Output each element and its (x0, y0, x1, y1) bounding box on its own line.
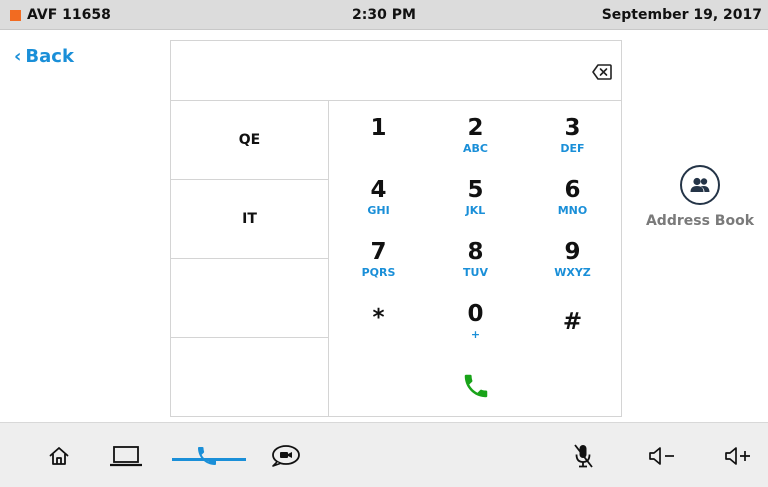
address-book-label: Address Book (645, 213, 755, 229)
speed-dial-empty-1[interactable] (171, 259, 328, 338)
backspace-icon[interactable] (591, 61, 613, 83)
key-9[interactable]: 9 WXYZ (524, 239, 621, 281)
key-1[interactable]: 1 (330, 115, 427, 157)
video-chat-icon[interactable] (268, 443, 302, 469)
keypad: 1 2 ABC 3 DEF 4 GHI 5 JKL 6 MNO 7 PQRS 8 (330, 101, 621, 417)
back-button[interactable]: ‹ Back (14, 46, 74, 67)
laptop-icon[interactable] (108, 443, 144, 469)
key-7[interactable]: 7 PQRS (330, 239, 427, 281)
back-label: Back (25, 46, 74, 67)
key-star[interactable]: * (330, 305, 427, 347)
mic-mute-icon[interactable] (568, 443, 598, 469)
dial-entry-field[interactable] (171, 41, 621, 101)
status-bar: AVF 11658 2:30 PM September 19, 2017 (0, 0, 768, 30)
speed-dial-it[interactable]: IT (171, 180, 328, 259)
address-book-button[interactable]: Address Book (640, 165, 760, 229)
key-8[interactable]: 8 TUV (427, 239, 524, 281)
bottom-nav (0, 422, 768, 487)
dial-panel: QE IT 1 2 ABC 3 DEF 4 GHI 5 JKL 6 MNO 7 … (170, 40, 622, 417)
date: September 19, 2017 (601, 7, 762, 23)
contacts-icon (680, 165, 720, 205)
active-tab-indicator (172, 458, 246, 461)
key-hash[interactable]: # (524, 309, 621, 351)
chevron-left-icon: ‹ (14, 45, 22, 67)
speed-dial-empty-2[interactable] (171, 338, 328, 417)
volume-down-icon[interactable] (646, 443, 680, 469)
key-4[interactable]: 4 GHI (330, 177, 427, 219)
key-6[interactable]: 6 MNO (524, 177, 621, 219)
home-icon[interactable] (44, 443, 74, 469)
speed-dial-list: QE IT (171, 101, 329, 417)
key-0[interactable]: 0 + (427, 301, 524, 343)
key-2[interactable]: 2 ABC (427, 115, 524, 157)
phone-icon[interactable] (461, 371, 491, 401)
speed-dial-qe[interactable]: QE (171, 101, 328, 180)
key-5[interactable]: 5 JKL (427, 177, 524, 219)
volume-up-icon[interactable] (722, 443, 756, 469)
phone-tab-icon[interactable] (192, 443, 222, 469)
key-3[interactable]: 3 DEF (524, 115, 621, 157)
